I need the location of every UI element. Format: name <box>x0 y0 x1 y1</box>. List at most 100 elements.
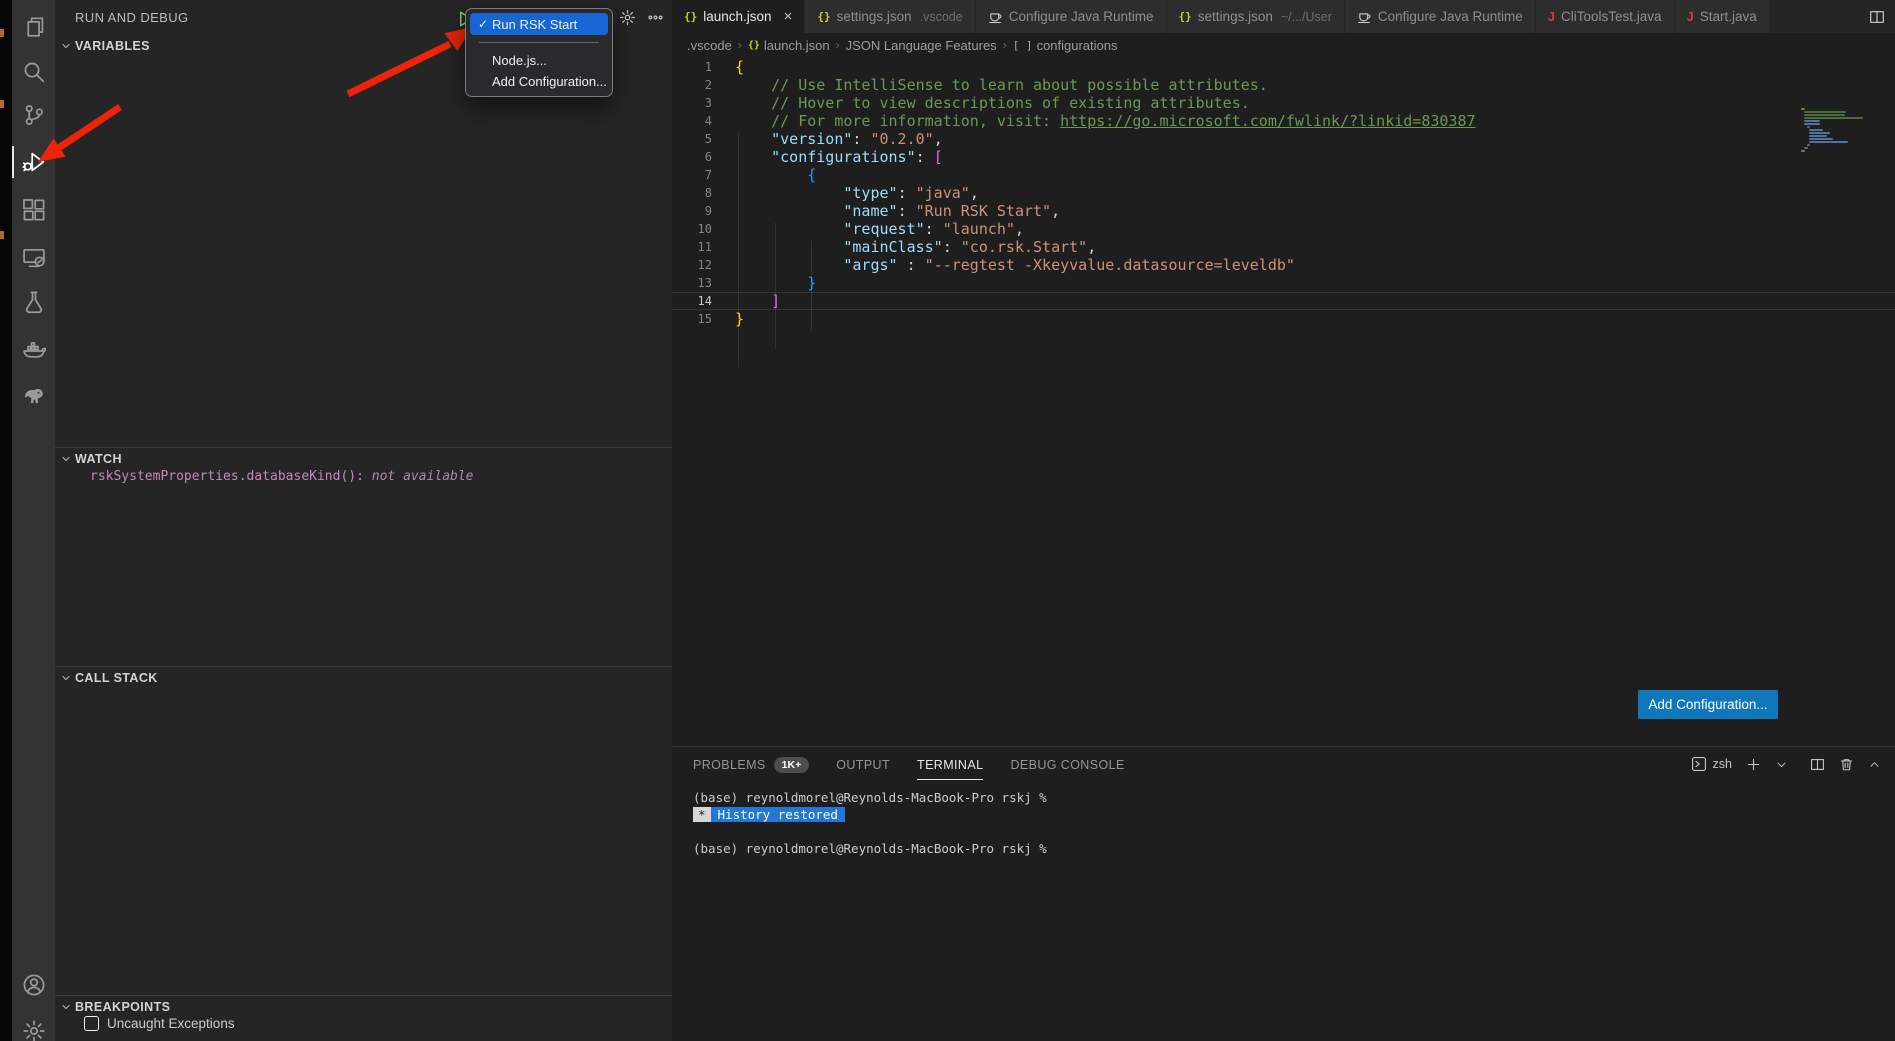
line-number: 7 <box>672 166 712 184</box>
section-header-watch[interactable]: WATCH <box>55 447 672 469</box>
breakpoint-row-uncaught-exceptions[interactable]: Uncaught Exceptions <box>84 1016 235 1031</box>
activity-bar-remote-explorer-icon[interactable] <box>12 238 55 276</box>
run-configuration-menu: ✓ Run RSK Start Node.js... Add Configura… <box>465 8 613 97</box>
line-number: 6 <box>672 148 712 166</box>
activity-bar-search-icon[interactable] <box>12 53 55 91</box>
code-editor[interactable]: 1{2 // Use IntelliSense to learn about p… <box>672 57 1895 746</box>
panel-tab-debug-console[interactable]: DEBUG CONSOLE <box>1010 749 1124 780</box>
section-header-call-stack[interactable]: CALL STACK <box>55 666 672 688</box>
breadcrumb-separator: › <box>738 38 742 52</box>
menu-item-label: Add Configuration... <box>492 74 607 89</box>
tab-detail: .vscode <box>920 10 963 24</box>
breadcrumb-item-configurations[interactable]: [ ]configurations <box>1013 38 1118 53</box>
code-text: // For more information, visit: https://… <box>735 112 1476 130</box>
editor-tab-settings-json[interactable]: {}settings.json~/.../User <box>1167 0 1345 33</box>
activity-bar <box>12 0 55 1041</box>
launch-settings-gear-icon[interactable] <box>619 9 636 26</box>
activity-bar-gradle-icon[interactable] <box>12 376 55 414</box>
menu-separator <box>479 42 599 43</box>
breadcrumb-item-json-language-features[interactable]: JSON Language Features <box>846 38 997 53</box>
json-file-icon: {} <box>748 40 760 51</box>
minimap-line <box>1809 129 1823 131</box>
maximize-panel-button[interactable] <box>1868 758 1881 771</box>
chevron-down-icon <box>59 1000 73 1014</box>
more-actions-icon[interactable] <box>647 9 664 26</box>
breadcrumb-item-launch-json[interactable]: {}launch.json <box>748 38 830 53</box>
window-edge-mark <box>0 231 4 239</box>
activity-bar-source-control-icon[interactable] <box>12 96 55 134</box>
split-editor-icon[interactable] <box>1869 0 1895 33</box>
code-text: // Use IntelliSense to learn about possi… <box>735 76 1268 94</box>
watch-value: not available <box>372 469 474 484</box>
tab-label: Configure Java Runtime <box>1009 9 1154 24</box>
code-line-7: 7 { <box>672 166 1895 184</box>
section-label: WATCH <box>75 452 122 466</box>
panel-tab-label: OUTPUT <box>836 758 890 772</box>
editor-tab-configure-java-runtime[interactable]: Configure Java Runtime <box>976 0 1167 33</box>
code-line-2: 2 // Use IntelliSense to learn about pos… <box>672 76 1895 94</box>
activity-bar-docker-icon[interactable] <box>12 330 55 368</box>
editor-tab-launch-json[interactable]: {}launch.json× <box>672 0 805 33</box>
editor-tab-start-java[interactable]: JStart.java <box>1675 0 1770 33</box>
line-number: 5 <box>672 130 712 148</box>
watch-expression: rskSystemProperties.databaseKind(): <box>90 469 364 484</box>
activity-bar-explorer-icon[interactable] <box>12 8 55 46</box>
code-text: "version": "0.2.0", <box>735 130 943 148</box>
code-text: // Hover to view descriptions of existin… <box>735 94 1250 112</box>
tab-detail: ~/.../User <box>1281 10 1332 24</box>
code-line-3: 3 // Hover to view descriptions of exist… <box>672 94 1895 112</box>
activity-bar-extensions-icon[interactable] <box>12 191 55 229</box>
panel-tab-terminal[interactable]: TERMINAL <box>917 749 983 780</box>
menu-item-nodejs[interactable]: Node.js... <box>470 50 608 71</box>
terminal-shell-selector[interactable]: zsh <box>1691 756 1732 772</box>
split-terminal-button[interactable] <box>1810 757 1825 772</box>
new-terminal-button[interactable] <box>1746 757 1761 772</box>
code-line-9: 9 "name": "Run RSK Start", <box>672 202 1895 220</box>
code-line-11: 11 "mainClass": "co.rsk.Start", <box>672 238 1895 256</box>
watch-expression-row[interactable]: rskSystemProperties.databaseKind(): not … <box>90 469 474 484</box>
panel-controls: zsh <box>1677 756 1881 772</box>
terminal-output[interactable]: (base) reynoldmorel@Reynolds-MacBook-Pro… <box>672 781 1895 1041</box>
code-line-12: 12 "args" : "--regtest -Xkeyvalue.dataso… <box>672 256 1895 274</box>
editor-tab-settings-json[interactable]: {}settings.json.vscode <box>805 0 975 33</box>
checkbox-unchecked-icon[interactable] <box>84 1016 99 1031</box>
tab-label: Configure Java Runtime <box>1378 9 1523 24</box>
breadcrumb: .vscode›{}launch.json›JSON Language Feat… <box>672 33 1895 57</box>
line-number: 2 <box>672 76 712 94</box>
minimap-line <box>1809 141 1848 143</box>
panel-tab-problems[interactable]: PROBLEMS 1K+ <box>693 748 809 781</box>
code-line-5: 5 "version": "0.2.0", <box>672 130 1895 148</box>
panel-tab-output[interactable]: OUTPUT <box>836 749 890 780</box>
problems-count-badge: 1K+ <box>774 757 810 773</box>
panel-tab-label: TERMINAL <box>917 758 983 772</box>
history-restored-message: History restored <box>711 807 845 822</box>
kill-terminal-button[interactable] <box>1839 757 1854 772</box>
activity-bar-run-and-debug-icon[interactable] <box>12 143 55 181</box>
activity-bar-manage-settings-icon[interactable] <box>12 1012 55 1041</box>
add-configuration-button[interactable]: Add Configuration... <box>1638 690 1778 719</box>
vscode-window: RUN AND DEBUG VARIABLES WATCH rskSystemP… <box>0 0 1895 1041</box>
tab-label: Start.java <box>1700 9 1757 24</box>
activity-bar-accounts-icon[interactable] <box>12 966 55 1004</box>
editor-tab-configure-java-runtime[interactable]: Configure Java Runtime <box>1345 0 1536 33</box>
code-line-10: 10 "request": "launch", <box>672 220 1895 238</box>
line-number: 4 <box>672 112 712 130</box>
close-icon[interactable]: × <box>784 8 793 25</box>
menu-item-add-configuration[interactable]: Add Configuration... <box>470 71 608 92</box>
section-header-breakpoints[interactable]: BREAKPOINTS <box>55 995 672 1017</box>
terminal-dropdown-button[interactable] <box>1775 758 1788 771</box>
minimap[interactable] <box>1801 108 1869 154</box>
breadcrumb-label: configurations <box>1037 38 1118 53</box>
breadcrumb-item--vscode[interactable]: .vscode <box>687 38 732 53</box>
code-text: "request": "launch", <box>735 220 1024 238</box>
line-number: 10 <box>672 220 712 238</box>
minimap-line <box>1807 126 1811 128</box>
code-text: { <box>735 166 816 184</box>
editor-tab-clitoolstest-java[interactable]: JCliToolsTest.java <box>1536 0 1675 33</box>
code-text: { <box>735 58 744 76</box>
panel-header: PROBLEMS 1K+ OUTPUT TERMINAL DEBUG CONSO… <box>672 747 1895 781</box>
section-label: CALL STACK <box>75 671 158 685</box>
activity-bar-testing-icon[interactable] <box>12 283 55 321</box>
menu-item-run-rsk-start[interactable]: ✓ Run RSK Start <box>470 13 608 35</box>
minimap-line <box>1804 111 1847 113</box>
